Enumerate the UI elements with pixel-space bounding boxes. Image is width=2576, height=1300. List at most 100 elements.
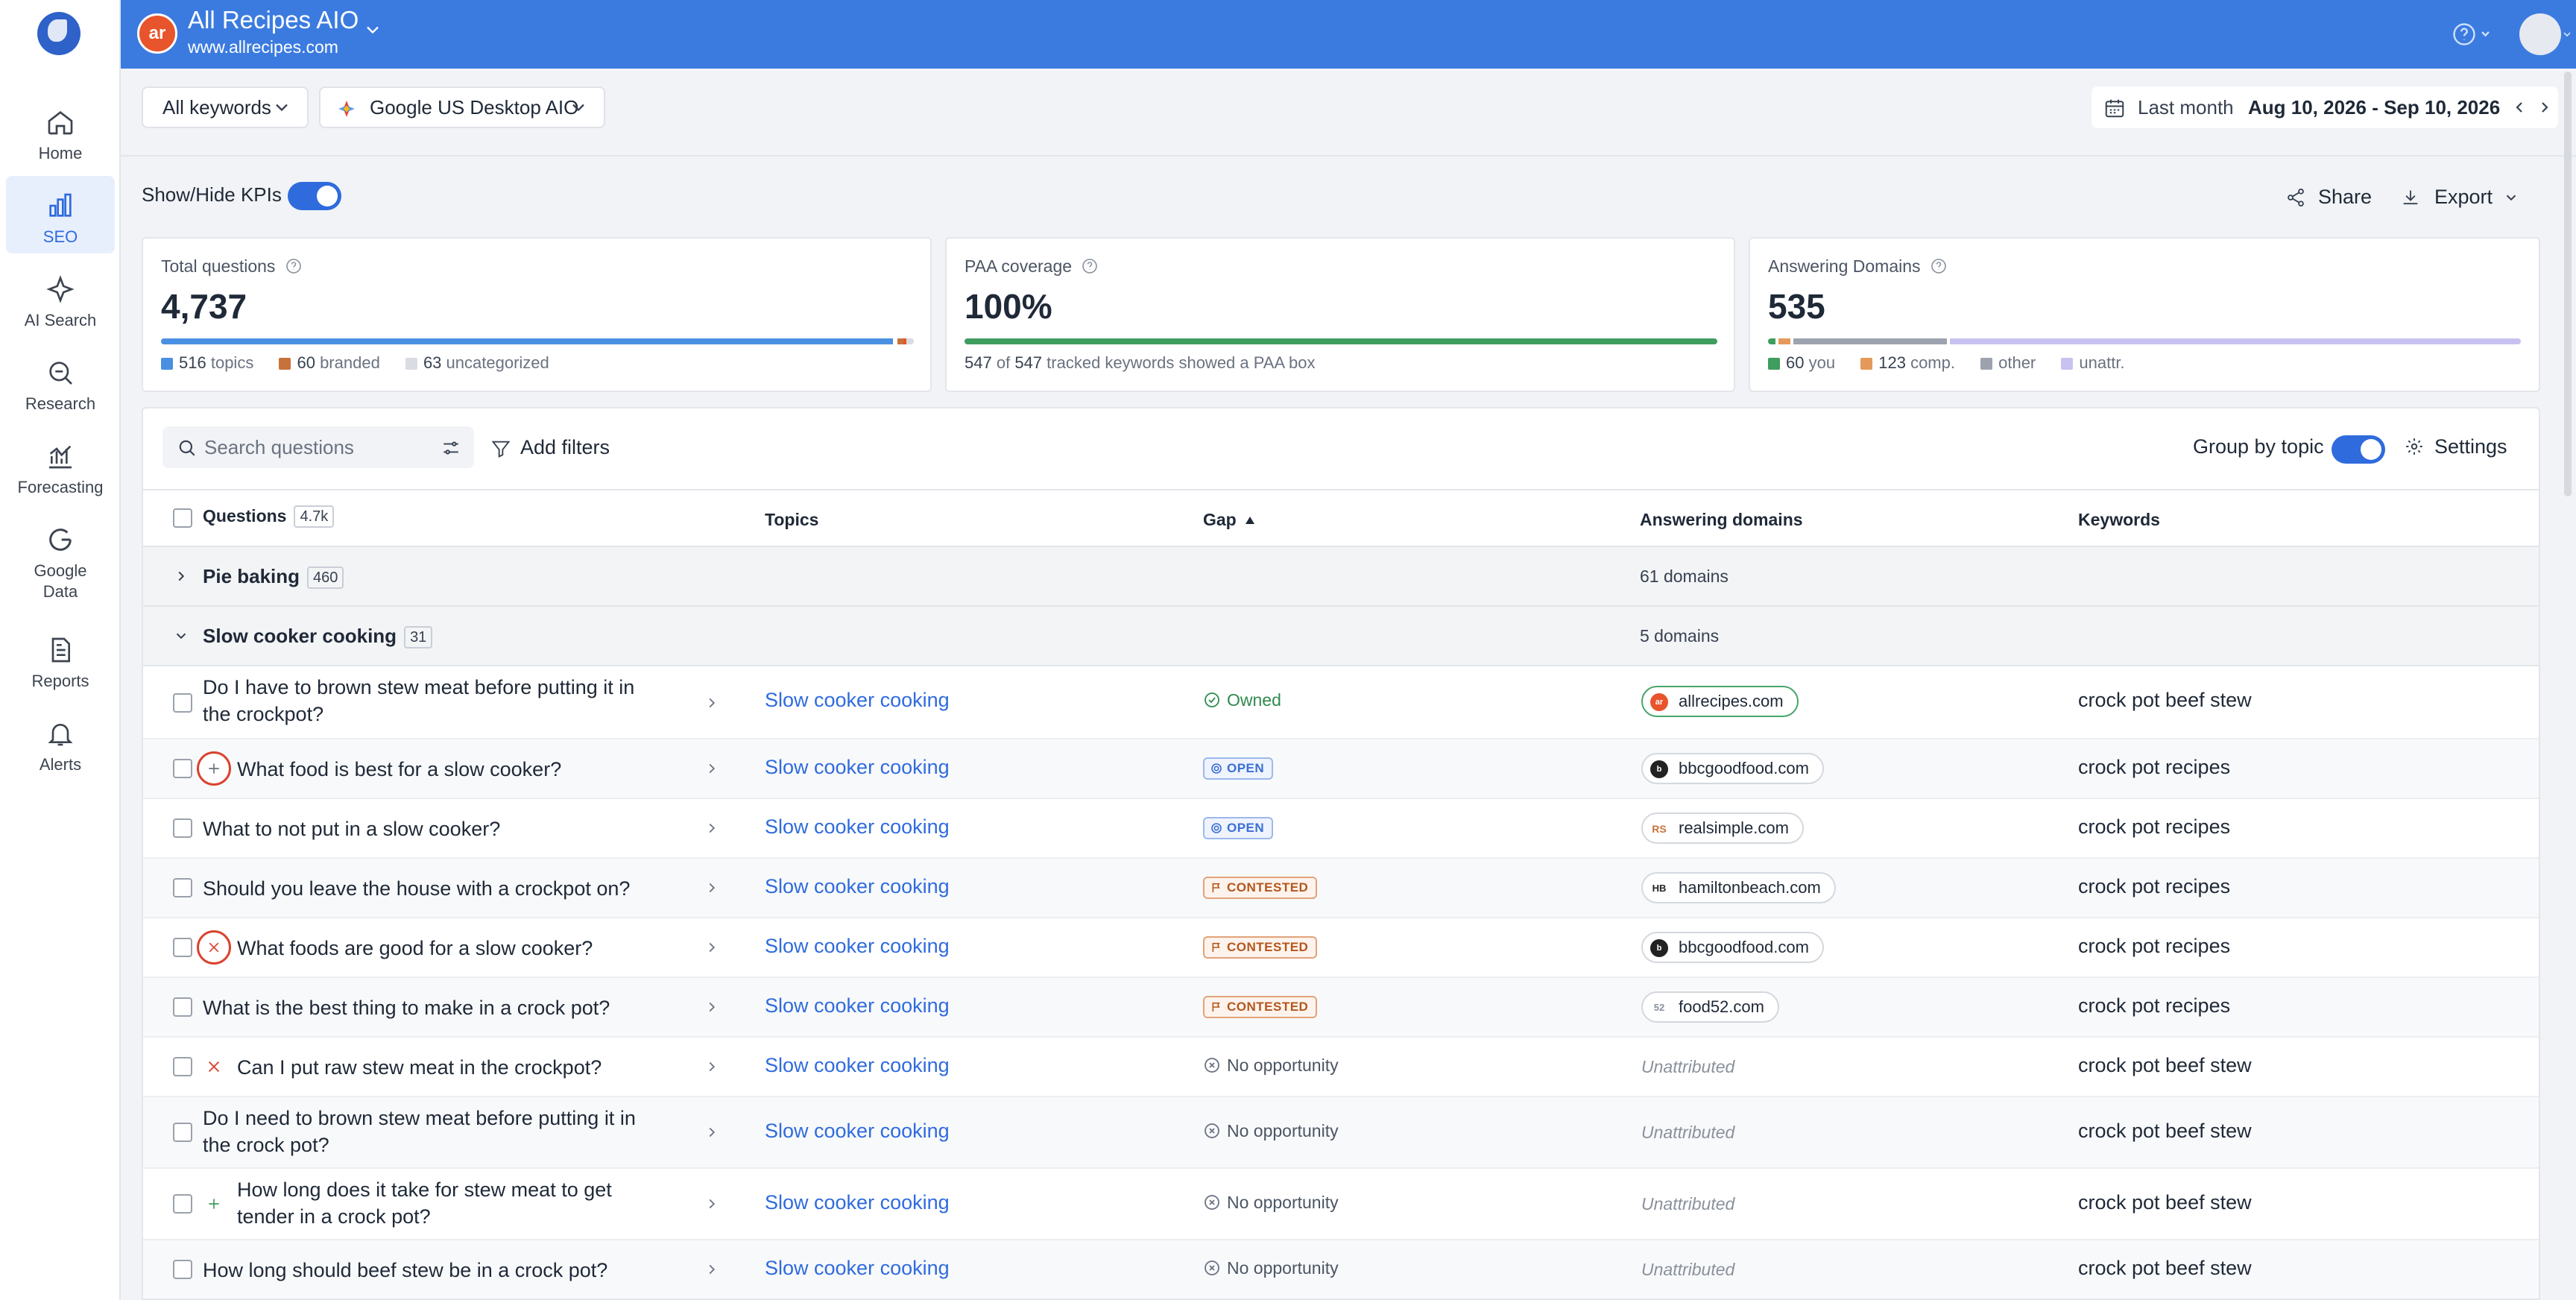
domain-chip[interactable]: ar allrecipes.com	[1641, 686, 1799, 717]
row-checkbox[interactable]	[173, 693, 192, 713]
topic-link[interactable]: Slow cooker cooking	[765, 1191, 950, 1214]
table-row[interactable]: What to not put in a slow cooker? Slow c…	[143, 799, 2539, 859]
engine-filter-dropdown[interactable]: Google US Desktop AIO	[319, 86, 605, 128]
add-marker[interactable]	[197, 751, 231, 786]
sidebar-item-google-data[interactable]: Google Data	[6, 510, 115, 605]
kpi-value: 100%	[965, 287, 1052, 326]
info-icon[interactable]	[285, 257, 303, 275]
sliders-icon[interactable]	[441, 438, 461, 458]
domain-chip[interactable]: b bbcgoodfood.com	[1641, 753, 1824, 784]
chevron-right-icon[interactable]	[704, 760, 720, 777]
chevron-right-icon[interactable]	[704, 939, 720, 956]
bbcgoodfood-icon: b	[1650, 939, 1668, 957]
info-icon[interactable]	[1081, 257, 1099, 275]
chevron-right-icon[interactable]	[704, 999, 720, 1015]
select-all-checkbox[interactable]	[173, 508, 192, 528]
table-row[interactable]: What foods are good for a slow cooker? S…	[143, 918, 2539, 978]
domain-chip[interactable]: 52 food52.com	[1641, 991, 1779, 1023]
settings-button[interactable]: Settings	[2405, 435, 2507, 458]
chevron-right-icon[interactable]	[704, 1058, 720, 1075]
avatar[interactable]	[2519, 13, 2561, 55]
topic-link[interactable]: Slow cooker cooking	[765, 756, 950, 779]
close-icon	[208, 1061, 220, 1073]
export-button[interactable]: Export	[2400, 182, 2522, 212]
topic-link[interactable]: Slow cooker cooking	[765, 689, 950, 712]
project-title[interactable]: All Recipes AIO	[188, 6, 359, 34]
sidebar-item-reports[interactable]: Reports	[6, 620, 115, 698]
chevron-right-icon[interactable]	[173, 568, 189, 584]
share-button[interactable]: Share	[2285, 182, 2372, 212]
kpi-value: 535	[1768, 287, 1825, 326]
row-checkbox[interactable]	[173, 759, 192, 778]
table-row[interactable]: Should you leave the house with a crockp…	[143, 859, 2539, 918]
help-icon[interactable]	[2451, 21, 2496, 48]
chevron-right-icon[interactable]	[2536, 98, 2554, 116]
search-input[interactable]: Search questions	[162, 426, 474, 468]
info-icon[interactable]	[1930, 257, 1948, 275]
sidebar-item-home[interactable]: Home	[6, 92, 115, 170]
row-checkbox[interactable]	[173, 878, 192, 897]
remove-marker[interactable]	[197, 930, 231, 965]
row-checkbox[interactable]	[173, 938, 192, 957]
topic-group-row[interactable]: Pie baking 460 61 domains	[143, 547, 2539, 607]
keywords-filter-dropdown[interactable]: All keywords	[142, 86, 309, 128]
download-icon	[2403, 190, 2418, 205]
table-row[interactable]: Can I put raw stew meat in the crockpot?…	[143, 1038, 2539, 1097]
row-checkbox[interactable]	[173, 1260, 192, 1279]
column-gap[interactable]: Gap	[1203, 510, 1256, 530]
chevron-right-icon[interactable]	[704, 1261, 720, 1278]
chevron-down-icon[interactable]	[2561, 28, 2573, 40]
column-questions[interactable]: Questions 4.7k	[203, 505, 335, 528]
chevron-right-icon[interactable]	[704, 1196, 720, 1212]
keyword-text: crock pot beef stew	[2078, 1257, 2252, 1279]
domain-chip[interactable]: RS realsimple.com	[1641, 812, 1804, 844]
chevron-right-icon[interactable]	[704, 880, 720, 896]
sidebar-item-seo[interactable]: SEO	[6, 176, 115, 253]
app-logo[interactable]	[37, 12, 80, 55]
chevron-right-icon[interactable]	[704, 820, 720, 836]
row-checkbox[interactable]	[173, 1123, 192, 1142]
topic-link[interactable]: Slow cooker cooking	[765, 875, 950, 898]
domain-chip[interactable]: HB hamiltonbeach.com	[1641, 872, 1836, 903]
sidebar-item-ai-search[interactable]: AI Search	[6, 259, 115, 337]
add-marker[interactable]	[203, 1193, 225, 1215]
table-row[interactable]: What is the best thing to make in a croc…	[143, 978, 2539, 1038]
topic-link[interactable]: Slow cooker cooking	[765, 935, 950, 958]
sidebar-item-research[interactable]: Research	[6, 343, 115, 420]
table-row[interactable]: What food is best for a slow cooker? Slo…	[143, 739, 2539, 799]
contested-badge: CONTESTED	[1203, 936, 1318, 959]
date-range-picker[interactable]: Last month Aug 10, 2026 - Sep 10, 2026	[2092, 86, 2558, 128]
chevron-left-icon[interactable]	[2510, 98, 2528, 116]
remove-marker[interactable]	[203, 1056, 225, 1078]
table-row[interactable]: Do I need to brown stew meat before putt…	[143, 1097, 2539, 1169]
column-answering-domains[interactable]: Answering domains	[1640, 510, 1803, 530]
row-checkbox[interactable]	[173, 997, 192, 1017]
chevron-down-icon[interactable]	[362, 19, 383, 40]
topic-link[interactable]: Slow cooker cooking	[765, 1257, 950, 1280]
sidebar-item-forecasting[interactable]: Forecasting	[6, 426, 115, 504]
chevron-down-icon[interactable]	[173, 628, 189, 644]
row-checkbox[interactable]	[173, 1057, 192, 1076]
topic-link[interactable]: Slow cooker cooking	[765, 1120, 950, 1143]
row-checkbox[interactable]	[173, 818, 192, 838]
table-row[interactable]: How long does it take for stew meat to g…	[143, 1169, 2539, 1240]
group-by-topic-toggle[interactable]	[2332, 435, 2385, 464]
topic-link[interactable]: Slow cooker cooking	[765, 994, 950, 1017]
sidebar-item-alerts[interactable]: Alerts	[6, 704, 115, 781]
topic-link[interactable]: Slow cooker cooking	[765, 1054, 950, 1077]
column-topics[interactable]: Topics	[765, 510, 818, 530]
domain-chip[interactable]: b bbcgoodfood.com	[1641, 932, 1824, 963]
column-keywords[interactable]: Keywords	[2078, 510, 2160, 530]
page-scrollbar[interactable]	[2564, 72, 2572, 496]
chevron-right-icon[interactable]	[704, 1124, 720, 1140]
row-checkbox[interactable]	[173, 1194, 192, 1214]
chevron-right-icon[interactable]	[704, 695, 720, 711]
project-logo: ar	[137, 13, 177, 54]
topic-group-row[interactable]: Slow cooker cooking 31 5 domains	[143, 607, 2539, 666]
table-row[interactable]: How long should beef stew be in a crock …	[143, 1240, 2539, 1299]
plus-icon	[209, 763, 219, 774]
table-row[interactable]: Do I have to brown stew meat before putt…	[143, 666, 2539, 739]
kpi-toggle[interactable]	[288, 182, 341, 210]
topic-link[interactable]: Slow cooker cooking	[765, 815, 950, 839]
add-filters-button[interactable]: Add filters	[490, 426, 610, 468]
